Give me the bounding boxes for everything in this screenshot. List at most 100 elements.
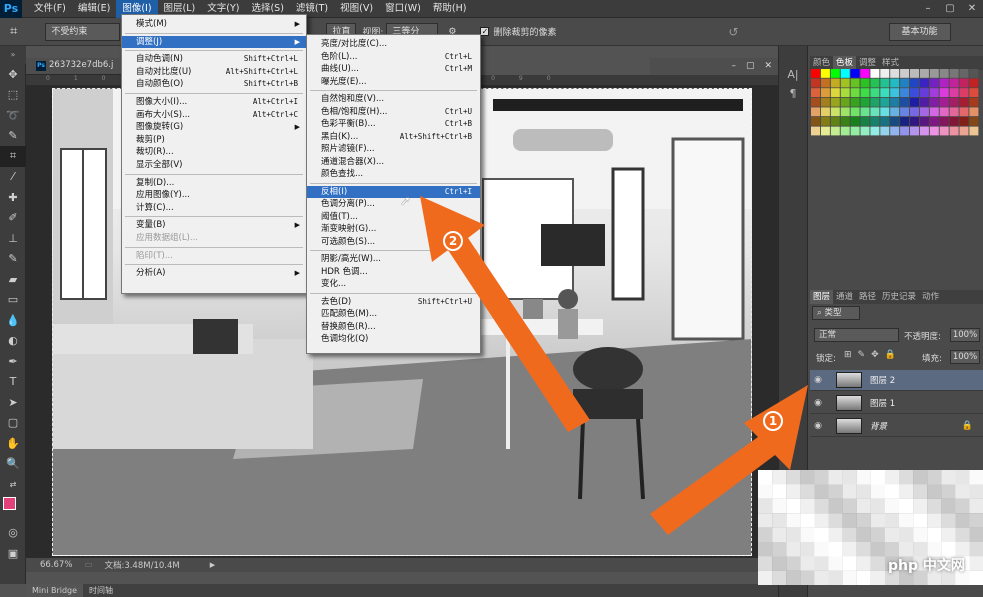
- image_menu-item[interactable]: 显示全部(V): [122, 159, 306, 172]
- image_menu-item[interactable]: 变量(B) ▶: [122, 219, 306, 232]
- screen-mode-icon[interactable]: ▣: [0, 543, 26, 564]
- quick-mask-icon[interactable]: ◎: [0, 523, 26, 544]
- swatch[interactable]: [910, 69, 919, 78]
- swatch[interactable]: [939, 117, 949, 126]
- opacity-field[interactable]: 100%: [950, 328, 980, 342]
- swatch[interactable]: [959, 126, 969, 136]
- dodge-tool-icon[interactable]: ◐: [0, 331, 26, 352]
- swatch[interactable]: [850, 117, 860, 126]
- swatch[interactable]: [949, 69, 959, 78]
- image_menu-item[interactable]: 画布大小(S)... Alt+Ctrl+C: [122, 109, 306, 122]
- layer-name[interactable]: 背景: [870, 420, 887, 432]
- swatch[interactable]: [969, 69, 979, 78]
- adjust_menu-item[interactable]: 曲线(U)... Ctrl+M: [307, 63, 480, 76]
- swatch[interactable]: [969, 107, 979, 117]
- menu-1[interactable]: 编辑(E): [72, 0, 116, 18]
- swatch[interactable]: [840, 88, 850, 97]
- reset-icon[interactable]: ↺: [728, 25, 738, 39]
- marquee-tool-icon[interactable]: ⬚: [0, 85, 26, 106]
- swatch[interactable]: [820, 88, 830, 97]
- swatch[interactable]: [900, 107, 910, 117]
- maximize-button[interactable]: ▢: [939, 0, 961, 18]
- tab-styles[interactable]: 样式: [879, 56, 902, 70]
- visibility-eye-icon[interactable]: ◉: [810, 375, 826, 385]
- tab-swatches[interactable]: 色板: [833, 56, 857, 70]
- layer-kind-filter[interactable]: ⌕ 类型: [812, 306, 860, 320]
- adjust_menu-item[interactable]: 照片滤镜(F)...: [307, 143, 480, 156]
- swap-colors-icon[interactable]: ⇄: [0, 474, 26, 495]
- swatch[interactable]: [880, 117, 890, 126]
- swatch[interactable]: [840, 107, 850, 117]
- swatch[interactable]: [830, 78, 840, 88]
- healing-brush-icon[interactable]: ✚: [0, 187, 26, 208]
- swatch[interactable]: [929, 107, 939, 117]
- history-brush-icon[interactable]: ✎: [0, 249, 26, 270]
- swatch[interactable]: [860, 117, 870, 126]
- swatch[interactable]: [850, 126, 860, 136]
- swatch[interactable]: [860, 97, 870, 107]
- adjust_menu-item[interactable]: 色调均化(Q): [307, 333, 480, 346]
- adjust_menu-item[interactable]: 色调分离(P)...: [307, 198, 480, 211]
- swatch[interactable]: [919, 126, 929, 136]
- tab-channels[interactable]: 通道: [833, 290, 856, 304]
- swatch[interactable]: [870, 97, 880, 107]
- image_menu-item[interactable]: 调整(J) ▶: [122, 35, 306, 49]
- lasso-tool-icon[interactable]: ➰: [0, 105, 26, 126]
- adjust_menu-item[interactable]: 色阶(L)... Ctrl+L: [307, 51, 480, 64]
- swatch[interactable]: [840, 78, 850, 88]
- tab-color[interactable]: 颜色: [810, 56, 833, 70]
- tab-layers[interactable]: 图层: [810, 290, 834, 304]
- move-tool-icon[interactable]: ✥: [0, 64, 26, 85]
- swatch[interactable]: [959, 117, 969, 126]
- swatch[interactable]: [929, 117, 939, 126]
- adjust_menu-item[interactable]: 变化...: [307, 278, 480, 291]
- swatch[interactable]: [919, 69, 929, 78]
- constraint-dropdown[interactable]: 不受约束: [45, 22, 121, 41]
- adjust_menu-item[interactable]: 去色(D) Shift+Ctrl+U: [307, 296, 480, 309]
- swatch[interactable]: [939, 126, 949, 136]
- image_menu-item[interactable]: 自动颜色(O) Shift+Ctrl+B: [122, 78, 306, 91]
- image_menu-item[interactable]: 自动对比度(U) Alt+Shift+Ctrl+L: [122, 66, 306, 79]
- swatch[interactable]: [900, 117, 910, 126]
- image_menu-item[interactable]: 裁剪(P): [122, 134, 306, 147]
- image_menu-item[interactable]: 应用图像(Y)...: [122, 189, 306, 202]
- swatch[interactable]: [840, 69, 850, 78]
- swatch[interactable]: [830, 126, 840, 136]
- zoom-level[interactable]: 66.67%: [40, 560, 72, 570]
- swatch[interactable]: [969, 97, 979, 107]
- swatch[interactable]: [910, 117, 919, 126]
- tab-paths[interactable]: 路径: [856, 290, 879, 304]
- delete-cropped-checkbox[interactable]: ✓: [480, 27, 490, 36]
- swatch[interactable]: [939, 69, 949, 78]
- swatch[interactable]: [880, 126, 890, 136]
- swatch[interactable]: [919, 107, 929, 117]
- swatch[interactable]: [820, 69, 830, 78]
- status-menu-arrow-icon[interactable]: ▶: [210, 561, 215, 569]
- swatch[interactable]: [939, 107, 949, 117]
- swatch[interactable]: [890, 126, 900, 136]
- swatch[interactable]: [900, 88, 910, 97]
- gradient-tool-icon[interactable]: ▭: [0, 290, 26, 311]
- swatch[interactable]: [870, 107, 880, 117]
- swatch[interactable]: [959, 78, 969, 88]
- crop-tool-icon[interactable]: ⌗: [0, 146, 26, 167]
- swatch[interactable]: [910, 107, 919, 117]
- layer-row-background[interactable]: ◉ 背景 🔒: [810, 416, 983, 437]
- swatch[interactable]: [880, 97, 890, 107]
- swatch[interactable]: [949, 97, 959, 107]
- swatch[interactable]: [820, 78, 830, 88]
- eraser-tool-icon[interactable]: ▰: [0, 269, 26, 290]
- swatch[interactable]: [959, 107, 969, 117]
- minimize-button[interactable]: –: [917, 0, 939, 18]
- brush-tool-icon[interactable]: ✐: [0, 208, 26, 229]
- swatch[interactable]: [969, 126, 979, 136]
- adjust_menu-item[interactable]: 阈值(T)...: [307, 211, 480, 224]
- swatch[interactable]: [830, 117, 840, 126]
- adjust_menu-item[interactable]: 自然饱和度(V)...: [307, 93, 480, 106]
- swatch[interactable]: [890, 69, 900, 78]
- doc-minimize-button[interactable]: –: [731, 58, 736, 75]
- swatch[interactable]: [919, 117, 929, 126]
- swatch[interactable]: [820, 107, 830, 117]
- adjust_menu-item[interactable]: 反相(I) Ctrl+I: [307, 185, 480, 198]
- swatch[interactable]: [880, 78, 890, 88]
